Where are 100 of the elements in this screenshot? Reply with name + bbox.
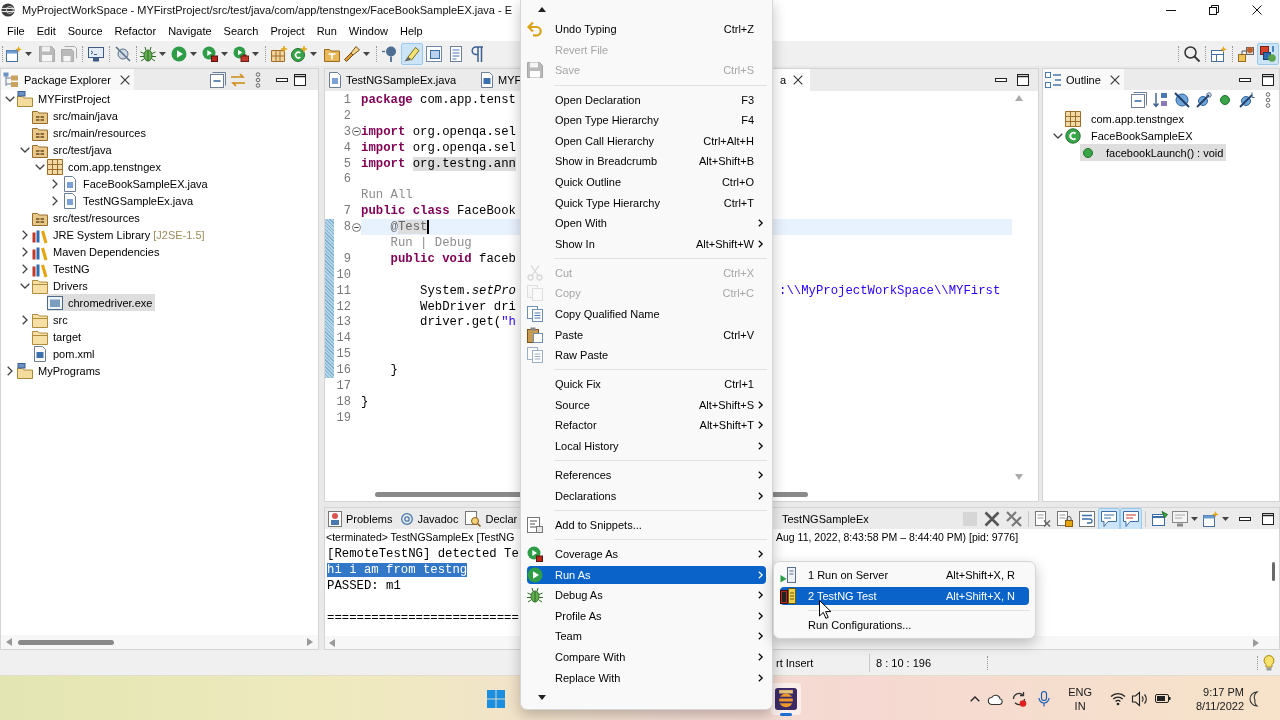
minimize-icon[interactable] [1239, 517, 1251, 521]
more-options-icon[interactable] [255, 71, 261, 88]
tree-item[interactable]: src/main/java [32, 107, 121, 124]
menu-item[interactable]: Show In Alt+Shift+W [527, 234, 766, 253]
more-options-icon[interactable] [1265, 92, 1272, 108]
editor-tab[interactable]: MYF [474, 69, 522, 91]
maximize-icon[interactable] [1017, 74, 1029, 86]
menu-item[interactable]: Quick Fix Ctrl+1 [527, 375, 766, 394]
menu-item[interactable]: Raw Paste [527, 346, 766, 365]
menu-bar-item[interactable]: Run [310, 21, 343, 40]
tree-item[interactable]: com.app.tenstngex [47, 158, 164, 175]
scrollbar-thumb[interactable] [18, 639, 114, 645]
menu-bar-item[interactable]: Project [264, 21, 311, 40]
scroll-right-icon[interactable] [307, 638, 313, 646]
menu-item[interactable]: Team [527, 627, 766, 646]
hide-fields-icon[interactable] [1174, 92, 1191, 108]
maximize-icon[interactable] [1262, 513, 1274, 525]
minimize-icon[interactable] [276, 77, 288, 82]
menu-bar-item[interactable]: Source [61, 21, 109, 40]
tree-item[interactable]: src/test/resources [32, 209, 143, 226]
menu-bar-item[interactable]: Window [342, 21, 394, 40]
tree-item[interactable]: MyPrograms [17, 362, 104, 379]
input-region-label[interactable]: IN [1074, 698, 1086, 713]
perspective-java-button[interactable] [1257, 42, 1279, 65]
scroll-down-icon[interactable] [538, 694, 546, 700]
tree-item[interactable]: pom.xml [32, 345, 98, 362]
menu-bar-item[interactable]: Refactor [108, 21, 163, 40]
menu-item[interactable]: Open With [527, 214, 766, 233]
menu-item[interactable]: References [527, 466, 766, 485]
tree-item[interactable]: chromedriver.exe [47, 294, 156, 311]
view-tab[interactable]: Declar [462, 508, 518, 530]
chevron-up-icon[interactable] [970, 695, 981, 702]
tree-item[interactable]: Maven Dependencies [32, 243, 163, 260]
minimize-icon[interactable] [1239, 77, 1251, 82]
scrollbar-thumb[interactable] [1271, 562, 1275, 581]
menu-bar-item[interactable]: Help [394, 21, 429, 40]
clock-date[interactable]: 8/11/2022 [1195, 698, 1244, 713]
editor-tab[interactable]: TestNGSampleEx.java [325, 69, 475, 91]
scroll-left-icon[interactable] [329, 638, 335, 647]
close-icon[interactable] [1109, 74, 1120, 85]
menu-item[interactable]: 1 Run on Server Alt+Shift+X, R [780, 566, 1029, 585]
dot-icon[interactable] [1220, 95, 1231, 105]
wifi-icon[interactable] [1110, 691, 1126, 706]
tree-item[interactable]: MYFirstProject [17, 90, 114, 107]
show-stderr-button[interactable] [1120, 508, 1142, 530]
menu-item[interactable]: Open Call Hierarchy Ctrl+Alt+H [527, 131, 766, 150]
microphone-icon[interactable] [1038, 690, 1051, 707]
chevron-right-icon[interactable] [22, 263, 28, 274]
menu-item[interactable]: Add to Snippets... [527, 515, 766, 534]
collapse-all-icon[interactable] [1131, 92, 1148, 108]
menu-item[interactable]: Local History [527, 437, 766, 456]
chevron-right-icon[interactable] [52, 195, 58, 206]
speaker-icon[interactable] [1132, 690, 1148, 707]
tree-item[interactable]: target [32, 328, 85, 345]
menu-item[interactable]: Quick Type Hierarchy Ctrl+T [527, 193, 766, 212]
sync-icon[interactable] [1011, 690, 1028, 707]
view-tab[interactable]: TestNGSampleEx [773, 508, 875, 530]
chevron-right-icon[interactable] [7, 365, 13, 376]
collapse-all-icon[interactable] [210, 71, 226, 88]
maximize-icon[interactable] [1262, 73, 1274, 86]
close-icon[interactable] [119, 74, 130, 85]
tree-item[interactable]: FaceBookSampleEX.java [62, 175, 211, 192]
menu-item[interactable]: Coverage As [527, 544, 766, 563]
tree-item[interactable]: src/test/java [32, 141, 115, 158]
menu-bar-item[interactable]: Navigate [162, 21, 218, 40]
maximize-icon[interactable] [294, 73, 306, 86]
scroll-up-icon[interactable] [538, 7, 546, 12]
hide-static-icon[interactable] [1195, 92, 1212, 108]
cloud-icon[interactable] [988, 692, 1005, 705]
menu-item[interactable]: Paste Ctrl+V [527, 325, 766, 344]
chevron-down-icon[interactable] [1053, 132, 1063, 139]
battery-icon[interactable] [1155, 694, 1171, 703]
menu-item[interactable]: Quick Outline Ctrl+O [527, 172, 766, 191]
menu-item[interactable]: Undo Typing Ctrl+Z [527, 20, 766, 39]
tree-item[interactable]: JRE System Library [J2SE-1.5] [32, 226, 208, 243]
close-icon[interactable] [793, 75, 804, 85]
fold-collapse-icon[interactable] [351, 222, 361, 232]
taskbar-app-button[interactable] [771, 682, 801, 715]
editor-tab[interactable]: a [771, 69, 811, 91]
scroll-left-icon[interactable] [6, 638, 12, 646]
tree-item[interactable]: FaceBookSampleEX [1065, 127, 1196, 144]
show-stdout-button[interactable] [1098, 508, 1120, 530]
chevron-down-icon[interactable] [35, 163, 45, 170]
input-language-label[interactable]: ENG [1068, 684, 1092, 699]
menu-item[interactable]: Debug As [527, 586, 766, 605]
menu-bar-item[interactable]: Search [217, 21, 265, 40]
menu-item[interactable]: Show in Breadcrumb Alt+Shift+B [527, 152, 766, 171]
code-mining-link[interactable]: Run | Debug [390, 235, 472, 250]
moon-icon[interactable] [1248, 690, 1262, 707]
chevron-right-icon[interactable] [22, 314, 28, 325]
menu-item[interactable]: Profile As [527, 606, 766, 625]
menu-bar-item[interactable]: Edit [30, 21, 62, 40]
tree-item[interactable]: src/main/resources [32, 124, 149, 141]
word-wrap-button[interactable] [1076, 508, 1098, 530]
view-tab[interactable]: Package Explorer [1, 69, 134, 90]
menu-item[interactable]: Open Declaration F3 [527, 90, 766, 109]
scroll-right-icon[interactable] [1253, 638, 1259, 647]
tree-item[interactable]: TestNGSampleEx.java [62, 192, 197, 209]
scroll-lock-button[interactable] [1054, 508, 1076, 530]
chevron-down-icon[interactable] [5, 95, 15, 102]
